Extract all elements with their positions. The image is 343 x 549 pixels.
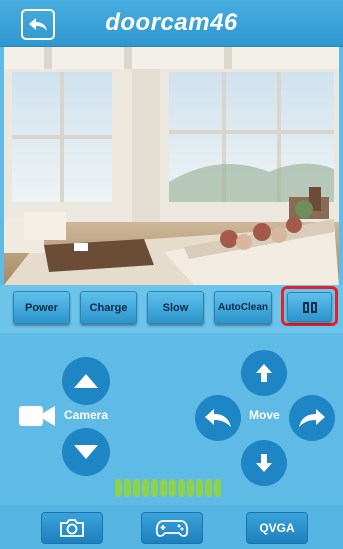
camera-label: Camera (64, 408, 109, 422)
pause-button[interactable] (287, 292, 332, 322)
camera-down-button[interactable] (62, 428, 110, 476)
turn-left-icon (205, 409, 231, 427)
move-down-arrow-icon (256, 454, 272, 472)
gamepad-icon (155, 520, 189, 537)
arrow-down-icon (74, 445, 98, 459)
gamepad-button[interactable] (141, 512, 203, 544)
header-bar: doorcam46 (0, 0, 343, 47)
app: doorcam46 Power Charge Slow AutoClean Ca… (0, 0, 343, 549)
snapshot-button[interactable] (41, 512, 103, 544)
bottom-bar: QVGA (0, 505, 343, 549)
pause-icon (302, 301, 317, 313)
move-label: Move (249, 408, 280, 422)
device-title: doorcam46 (105, 9, 238, 36)
move-up-button[interactable] (241, 350, 287, 396)
turn-right-button[interactable] (289, 395, 335, 441)
autoclean-button[interactable]: AutoClean (214, 291, 272, 324)
arrow-up-icon (74, 374, 98, 388)
video-frame (4, 47, 339, 285)
turn-right-icon (299, 409, 325, 427)
power-button[interactable]: Power (13, 291, 70, 324)
camera-icon (60, 519, 84, 537)
video-feed[interactable] (4, 47, 339, 285)
camera-up-button[interactable] (62, 357, 110, 405)
move-down-button[interactable] (241, 440, 287, 486)
level-indicator (115, 479, 221, 497)
turn-left-button[interactable] (195, 395, 241, 441)
video-camera-icon (19, 406, 55, 426)
move-up-arrow-icon (256, 364, 272, 382)
resolution-button[interactable]: QVGA (246, 512, 308, 544)
charge-button[interactable]: Charge (80, 291, 137, 324)
slow-button[interactable]: Slow (147, 291, 204, 324)
